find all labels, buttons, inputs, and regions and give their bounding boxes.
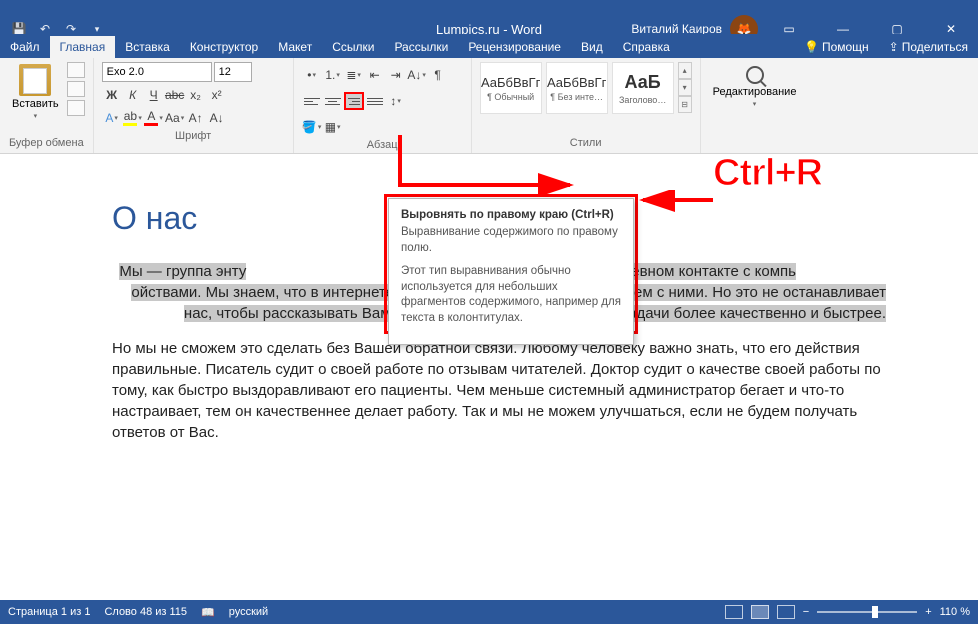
group-clipboard: Вставить ▾ Буфер обмена <box>0 58 94 153</box>
change-case-button[interactable]: Aa <box>165 108 185 128</box>
italic-button[interactable]: К <box>123 85 143 105</box>
zoom-level[interactable]: 110 % <box>940 606 970 618</box>
annotation-shortcut: Ctrl+R <box>713 152 822 195</box>
format-painter-icon[interactable] <box>67 100 85 116</box>
increase-indent-button[interactable]: ⇥ <box>386 65 406 85</box>
font-name-combo[interactable]: Exo 2.0 <box>102 62 212 82</box>
align-center-button[interactable] <box>323 92 343 110</box>
find-button[interactable]: Редактирование ▾ <box>709 62 801 112</box>
group-label-paragraph: Абзац <box>302 137 463 155</box>
underline-button[interactable]: Ч <box>144 85 164 105</box>
superscript-button[interactable]: x² <box>207 85 227 105</box>
ribbon: Вставить ▾ Буфер обмена Exo 2.0 12 Ж К Ч… <box>0 58 978 154</box>
ribbon-tabs: Файл Главная Вставка Конструктор Макет С… <box>0 34 978 58</box>
copy-icon[interactable] <box>67 81 85 97</box>
text-effects-button[interactable]: A <box>102 108 122 128</box>
tooltip-title: Выровнять по правому краю (Ctrl+R) <box>401 209 621 221</box>
numbering-button[interactable]: 1. <box>323 65 343 85</box>
align-right-button[interactable] <box>344 92 364 110</box>
tab-review[interactable]: Рецензирование <box>458 36 571 58</box>
tab-references[interactable]: Ссылки <box>322 36 384 58</box>
styles-gallery-arrows[interactable]: ▴▾⊟ <box>678 62 692 113</box>
statusbar: Страница 1 из 1 Слово 48 из 115 📖 русски… <box>0 600 978 624</box>
strike-button[interactable]: abc <box>165 85 185 105</box>
subscript-button[interactable]: x₂ <box>186 85 206 105</box>
spellcheck-icon[interactable]: 📖 <box>201 606 215 619</box>
style-normal[interactable]: АаБбВвГг¶ Обычный <box>480 62 542 114</box>
line-spacing-button[interactable]: ↕ <box>386 91 406 111</box>
tooltip-body1: Выравнивание содержимого по правому полю… <box>401 225 621 256</box>
highlight-button[interactable]: ab <box>123 108 143 128</box>
tab-file[interactable]: Файл <box>0 36 50 58</box>
tab-layout[interactable]: Макет <box>268 36 322 58</box>
shrink-font-button[interactable]: A↓ <box>207 108 227 128</box>
align-left-button[interactable] <box>302 92 322 110</box>
shading-button[interactable]: 🪣 <box>302 117 322 137</box>
status-page[interactable]: Страница 1 из 1 <box>8 606 90 618</box>
tooltip-body2: Этот тип выравнивания обычно используетс… <box>401 264 621 326</box>
zoom-in-button[interactable]: + <box>925 606 931 618</box>
show-marks-button[interactable]: ¶ <box>428 65 448 85</box>
font-color-button[interactable]: A <box>144 108 164 128</box>
cut-icon[interactable] <box>67 62 85 78</box>
paste-label: Вставить <box>12 98 59 110</box>
borders-button[interactable]: ▦ <box>323 117 343 137</box>
tab-help[interactable]: Справка <box>613 36 680 58</box>
print-layout-icon[interactable] <box>751 605 769 619</box>
tab-view[interactable]: Вид <box>571 36 613 58</box>
style-heading1[interactable]: АаБЗаголово… <box>612 62 674 114</box>
group-paragraph: • 1. ≣ ⇤ ⇥ A↓ ¶ ↕ 🪣 ▦ Абзац <box>294 58 472 153</box>
status-language[interactable]: русский <box>229 606 268 618</box>
group-styles: АаБбВвГг¶ Обычный АаБбВвГг¶ Без инте… Аа… <box>472 58 701 153</box>
decrease-indent-button[interactable]: ⇤ <box>365 65 385 85</box>
bullets-button[interactable]: • <box>302 65 322 85</box>
share-button[interactable]: ⇪Поделиться <box>879 36 978 58</box>
tab-home[interactable]: Главная <box>50 36 116 58</box>
paragraph-2: Но мы не сможем это сделать без Вашей об… <box>112 338 886 443</box>
tab-mailings[interactable]: Рассылки <box>384 36 458 58</box>
font-size-combo[interactable]: 12 <box>214 62 252 82</box>
paste-icon <box>19 64 51 96</box>
group-editing: Редактирование ▾ <box>701 58 809 153</box>
web-layout-icon[interactable] <box>777 605 795 619</box>
bold-button[interactable]: Ж <box>102 85 122 105</box>
status-words[interactable]: Слово 48 из 115 <box>104 606 187 618</box>
bulb-icon: 💡 <box>804 40 819 54</box>
grow-font-button[interactable]: A↑ <box>186 108 206 128</box>
align-right-tooltip: Выровнять по правому краю (Ctrl+R) Вырав… <box>388 198 634 345</box>
zoom-out-button[interactable]: − <box>803 606 809 618</box>
group-label-clipboard: Буфер обмена <box>8 135 85 153</box>
sort-button[interactable]: A↓ <box>407 65 427 85</box>
multilevel-button[interactable]: ≣ <box>344 65 364 85</box>
search-icon <box>746 66 764 84</box>
group-font: Exo 2.0 12 Ж К Ч abc x₂ x² A ab A Aa A↑ … <box>94 58 294 153</box>
read-mode-icon[interactable] <box>725 605 743 619</box>
group-label-styles: Стили <box>480 135 692 153</box>
tab-design[interactable]: Конструктор <box>180 36 268 58</box>
style-no-spacing[interactable]: АаБбВвГг¶ Без инте… <box>546 62 608 114</box>
titlebar: 💾 ↶ ↷ ▾ Lumpics.ru - Word Виталий Каиров… <box>0 0 978 58</box>
tell-me-button[interactable]: 💡Помощн <box>794 36 879 58</box>
share-icon: ⇪ <box>889 40 899 54</box>
tab-insert[interactable]: Вставка <box>115 36 180 58</box>
align-justify-button[interactable] <box>365 92 385 110</box>
zoom-slider[interactable] <box>817 604 917 620</box>
group-label-font: Шрифт <box>102 128 285 146</box>
paste-button[interactable]: Вставить ▾ <box>8 62 63 122</box>
editing-label: Редактирование <box>713 86 797 98</box>
